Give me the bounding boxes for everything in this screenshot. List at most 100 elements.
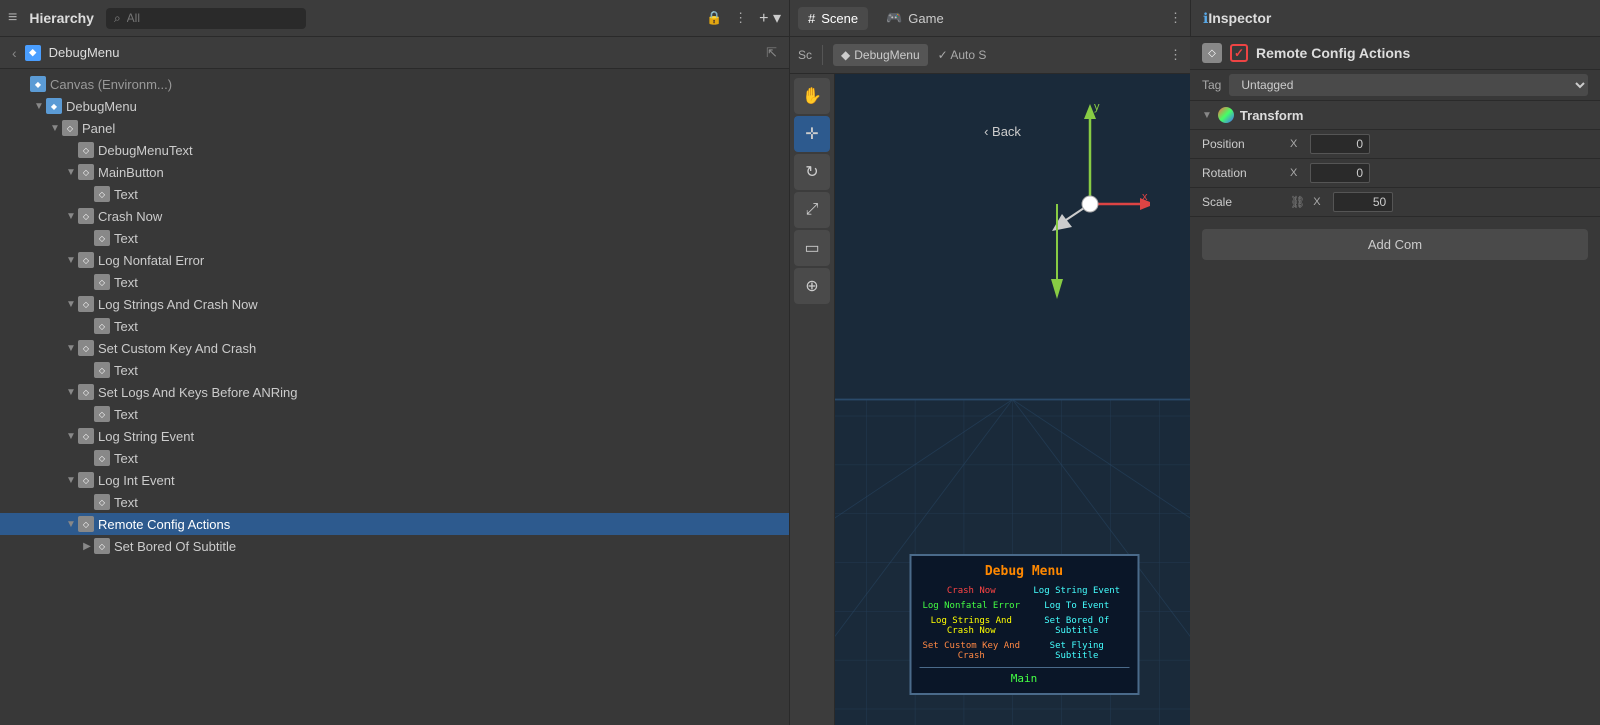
tree-label: Set Custom Key And Crash — [98, 341, 256, 356]
tree-cube: ◇ — [78, 472, 94, 488]
tree-item-setboredofsubtitle[interactable]: ▶ ◇ Set Bored Of Subtitle — [0, 535, 789, 557]
tree-arrow: ▼ — [64, 475, 78, 486]
dbtn-crash-now: Crash Now — [919, 584, 1024, 598]
debug-menu-main-btn: Main — [919, 667, 1129, 685]
scene-background: y x ‹ Back — [835, 74, 1190, 725]
tree-arrow: ▶ — [80, 541, 94, 552]
tree-cube: ◇ — [78, 296, 94, 312]
tree-item-setlogs[interactable]: ▼ ◇ Set Logs And Keys Before ANRing — [0, 381, 789, 403]
position-x-input[interactable] — [1310, 134, 1370, 154]
debugmenu-breadcrumb-btn[interactable]: ◆ DebugMenu — [833, 44, 928, 66]
tree-item-crashnow[interactable]: ▼ ◇ Crash Now — [0, 205, 789, 227]
tree-label: Text — [114, 275, 138, 290]
dbtn-log-nonfatal: Log Nonfatal Error — [919, 599, 1024, 613]
tree-cube: ◇ — [94, 186, 110, 202]
inspector-panel-title: Inspector — [1208, 10, 1271, 26]
tree-cube: ◆ — [30, 76, 46, 92]
scale-label: Scale — [1202, 195, 1282, 209]
game-tab[interactable]: 🎮 Game — [876, 6, 954, 30]
search-container: ⌕ — [106, 8, 306, 29]
debugmenu-icon-small: ◆ — [841, 48, 850, 62]
hamburger-icon[interactable]: ≡ — [8, 9, 17, 27]
tree-item-text-crashnow[interactable]: ◇ Text — [0, 227, 789, 249]
tree-cube: ◇ — [78, 164, 94, 180]
tree-cube: ◇ — [94, 274, 110, 290]
tree-item-text-logintevent[interactable]: ◇ Text — [0, 491, 789, 513]
scale-tool[interactable]: ⤢ — [794, 192, 830, 228]
scene-top-more-icon[interactable]: ⋮ — [1169, 47, 1182, 63]
rect-tool[interactable]: ▭ — [794, 230, 830, 266]
separator — [822, 45, 823, 65]
tree-item-text-logstringevent[interactable]: ◇ Text — [0, 447, 789, 469]
scene-arrow — [1037, 204, 1077, 304]
scene-more-icon[interactable]: ⋮ — [1169, 10, 1182, 26]
tree-cube: ◇ — [78, 252, 94, 268]
rotate-tool[interactable]: ↻ — [794, 154, 830, 190]
tree-arrow: ▼ — [64, 387, 78, 398]
add-component-button[interactable]: Add Com — [1202, 229, 1588, 260]
tree-cube: ◇ — [62, 120, 78, 136]
tree-label: Log String Event — [98, 429, 194, 444]
rotation-label: Rotation — [1202, 166, 1282, 180]
tree-arrow: ▼ — [64, 519, 78, 530]
move-tool[interactable]: ✛ — [794, 116, 830, 152]
tag-dropdown[interactable]: Untagged — [1229, 74, 1588, 96]
add-button[interactable]: + ▾ — [759, 8, 781, 28]
game-icon: 🎮 — [886, 10, 902, 26]
breadcrumb-back[interactable]: ‹ — [12, 45, 17, 61]
scene-viewport: y x ‹ Back — [835, 74, 1190, 725]
component-header: ◇ ✓ Remote Config Actions — [1190, 37, 1600, 70]
debugmenu-breadcrumb-icon: ◆ — [25, 45, 41, 61]
scene-tab[interactable]: # Scene — [798, 7, 868, 30]
tree-item-logstrings[interactable]: ▼ ◇ Log Strings And Crash Now — [0, 293, 789, 315]
tree-item-setcustomkey[interactable]: ▼ ◇ Set Custom Key And Crash — [0, 337, 789, 359]
tree-cube: ◇ — [78, 340, 94, 356]
svg-text:x: x — [1142, 191, 1148, 203]
tree-item-text-logstrings[interactable]: ◇ Text — [0, 315, 789, 337]
expand-icon[interactable]: ⇱ — [766, 45, 777, 61]
transform-icon — [1218, 107, 1234, 123]
tree-arrow: ▼ — [64, 255, 78, 266]
rotation-row: Rotation X — [1190, 159, 1600, 188]
tree-item-debugmenutext[interactable]: ◇ DebugMenuText — [0, 139, 789, 161]
tree-cube: ◇ — [94, 318, 110, 334]
dbtn-set-bored: Set Bored Of Subtitle — [1025, 614, 1130, 638]
tree-item-logstringevent[interactable]: ▼ ◇ Log String Event — [0, 425, 789, 447]
tree-label: Set Logs And Keys Before ANRing — [98, 385, 297, 400]
scene-top-toolbar: Sc ◆ DebugMenu ✓ Auto S ⋮ — [790, 37, 1190, 74]
rotation-x-input[interactable] — [1310, 163, 1370, 183]
tree-label: Canvas (Environm...) — [50, 77, 172, 92]
tree-item-text-lognonfatal[interactable]: ◇ Text — [0, 271, 789, 293]
tree-item-text-setcustomkey[interactable]: ◇ Text — [0, 359, 789, 381]
scale-x-input[interactable] — [1333, 192, 1393, 212]
tree-cube: ◆ — [46, 98, 62, 114]
tree-item-canvas[interactable]: ◆ Canvas (Environm...) — [0, 73, 789, 95]
lock-icon[interactable]: 🔒 — [706, 10, 722, 26]
tree-item-logintevent[interactable]: ▼ ◇ Log Int Event — [0, 469, 789, 491]
scene-debug-tab: Sc — [798, 48, 812, 62]
tree-label: DebugMenu — [66, 99, 137, 114]
tree-item-panel[interactable]: ▼ ◇ Panel — [0, 117, 789, 139]
tree-cube: ◇ — [78, 384, 94, 400]
search-icon: ⌕ — [114, 11, 121, 26]
tree-arrow: ▼ — [64, 343, 78, 354]
tree-item-mainbutton[interactable]: ▼ ◇ MainButton — [0, 161, 789, 183]
tree-item-lognonfatal[interactable]: ▼ ◇ Log Nonfatal Error — [0, 249, 789, 271]
tree-label: Text — [114, 319, 138, 334]
component-checkbox[interactable]: ✓ — [1230, 44, 1248, 62]
tree-item-text-mainbutton[interactable]: ◇ Text — [0, 183, 789, 205]
tree-item-text-setlogs[interactable]: ◇ Text — [0, 403, 789, 425]
tree-item-remoteconfigactions[interactable]: ▼ ◇ Remote Config Actions — [0, 513, 789, 535]
hand-tool[interactable]: ✋ — [794, 78, 830, 114]
hierarchy-tree: ◆ Canvas (Environm...) ▼ ◆ DebugMenu ▼ ◇… — [0, 69, 789, 725]
more-options-icon[interactable]: ⋮ — [734, 10, 747, 26]
dbtn-set-flying: Set Flying Subtitle — [1025, 639, 1130, 663]
section-collapse-arrow[interactable]: ▼ — [1202, 110, 1212, 121]
transform-tool[interactable]: ⊕ — [794, 268, 830, 304]
tree-label: MainButton — [98, 165, 164, 180]
tree-item-debugmenu[interactable]: ▼ ◆ DebugMenu — [0, 95, 789, 117]
search-input[interactable] — [127, 11, 298, 25]
scene-icon: # — [808, 11, 815, 26]
position-label: Position — [1202, 137, 1282, 151]
dbtn-log-to-event: Log To Event — [1025, 599, 1130, 613]
